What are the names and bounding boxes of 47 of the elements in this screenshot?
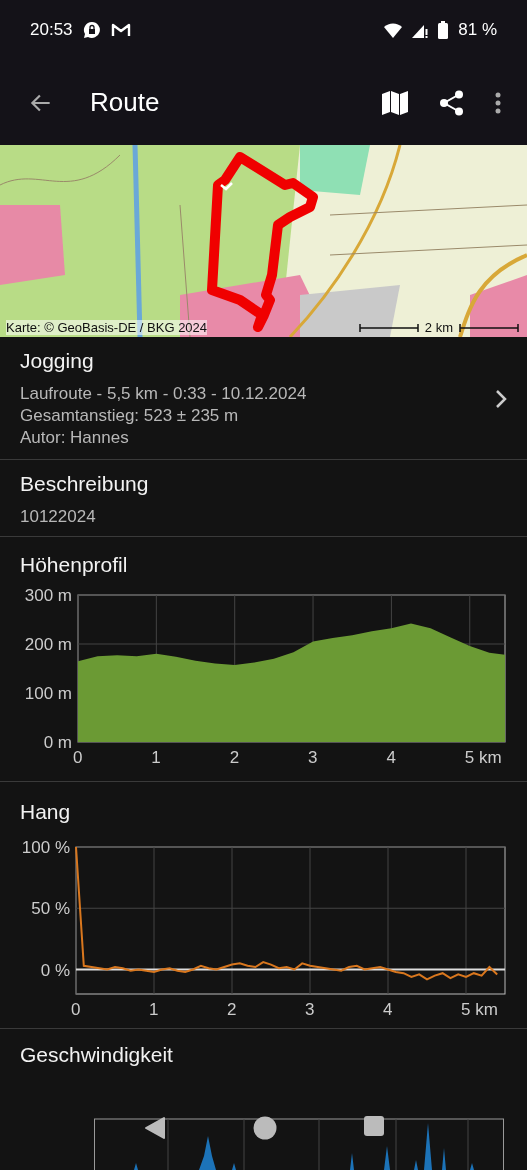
axis-label: 50 % — [31, 899, 70, 919]
axis-label: 5 km — [461, 1000, 498, 1018]
route-summary-item[interactable]: Jogging Laufroute - 5,5 km - 0:33 - 10.12.2024 Gesamtanstieg: 523 ± 235 m Autor: Hannes — [0, 337, 527, 460]
axis-label: 200 m — [24, 635, 72, 654]
scale-bar-icon — [459, 323, 519, 332]
axis-label: 3 — [305, 1000, 315, 1018]
map-icon — [381, 89, 409, 116]
section-title: Hang — [19, 800, 72, 824]
mail-icon — [110, 22, 131, 38]
nav-recents-button[interactable] — [363, 1116, 384, 1136]
axis-label: 100 m — [24, 684, 72, 703]
route-detail: Laufroute - 5,5 km - 0:33 - 10.12.2024 — [20, 383, 308, 405]
axis-label: 3 — [308, 748, 318, 767]
axis-label: 1 — [149, 1000, 159, 1018]
scale-bar-icon — [358, 323, 419, 332]
map-scale: 2 km — [424, 320, 453, 335]
axis-label: 0 m — [43, 733, 72, 752]
wifi-icon — [384, 22, 403, 38]
battery-level: 81 % — [458, 20, 497, 40]
route-detail: Gesamtanstieg: 523 ± 235 m — [20, 405, 240, 427]
axis-label: 4 — [383, 1000, 393, 1018]
map-attribution: Karte: © GeoBasis-DE / BKG 2024 — [6, 320, 208, 335]
axis-label: 0 — [73, 748, 83, 767]
chat-lock-icon — [82, 21, 101, 39]
status-time: 20:53 — [30, 20, 73, 40]
section-title: Beschreibung — [20, 472, 150, 496]
share-icon — [439, 89, 465, 116]
description-text: 10122024 — [20, 506, 97, 528]
screen-title: Route — [90, 87, 161, 118]
activity-title: Jogging — [20, 349, 95, 373]
route-detail: Autor: Hannes — [20, 427, 130, 449]
axis-label: 100 % — [21, 838, 70, 857]
battery-icon — [438, 21, 449, 39]
axis-label: 300 m — [24, 586, 72, 605]
axis-label: 1 — [151, 748, 161, 767]
axis-label: 2 — [227, 1000, 237, 1018]
axis-label: 0 % — [40, 960, 70, 980]
chevron-right-icon — [495, 389, 507, 409]
nav-back-button[interactable] — [143, 1116, 166, 1140]
section-title: Geschwindigkeit — [20, 1043, 173, 1067]
axis-label: 4 — [386, 748, 396, 767]
axis-label: 0 — [71, 1000, 81, 1018]
section-title: Höhenprofil — [19, 553, 129, 577]
axis-label: 5 km — [464, 748, 502, 767]
more-vertical-icon — [495, 91, 501, 114]
nav-home-button[interactable] — [252, 1116, 277, 1140]
axis-label: 2 — [229, 748, 240, 767]
